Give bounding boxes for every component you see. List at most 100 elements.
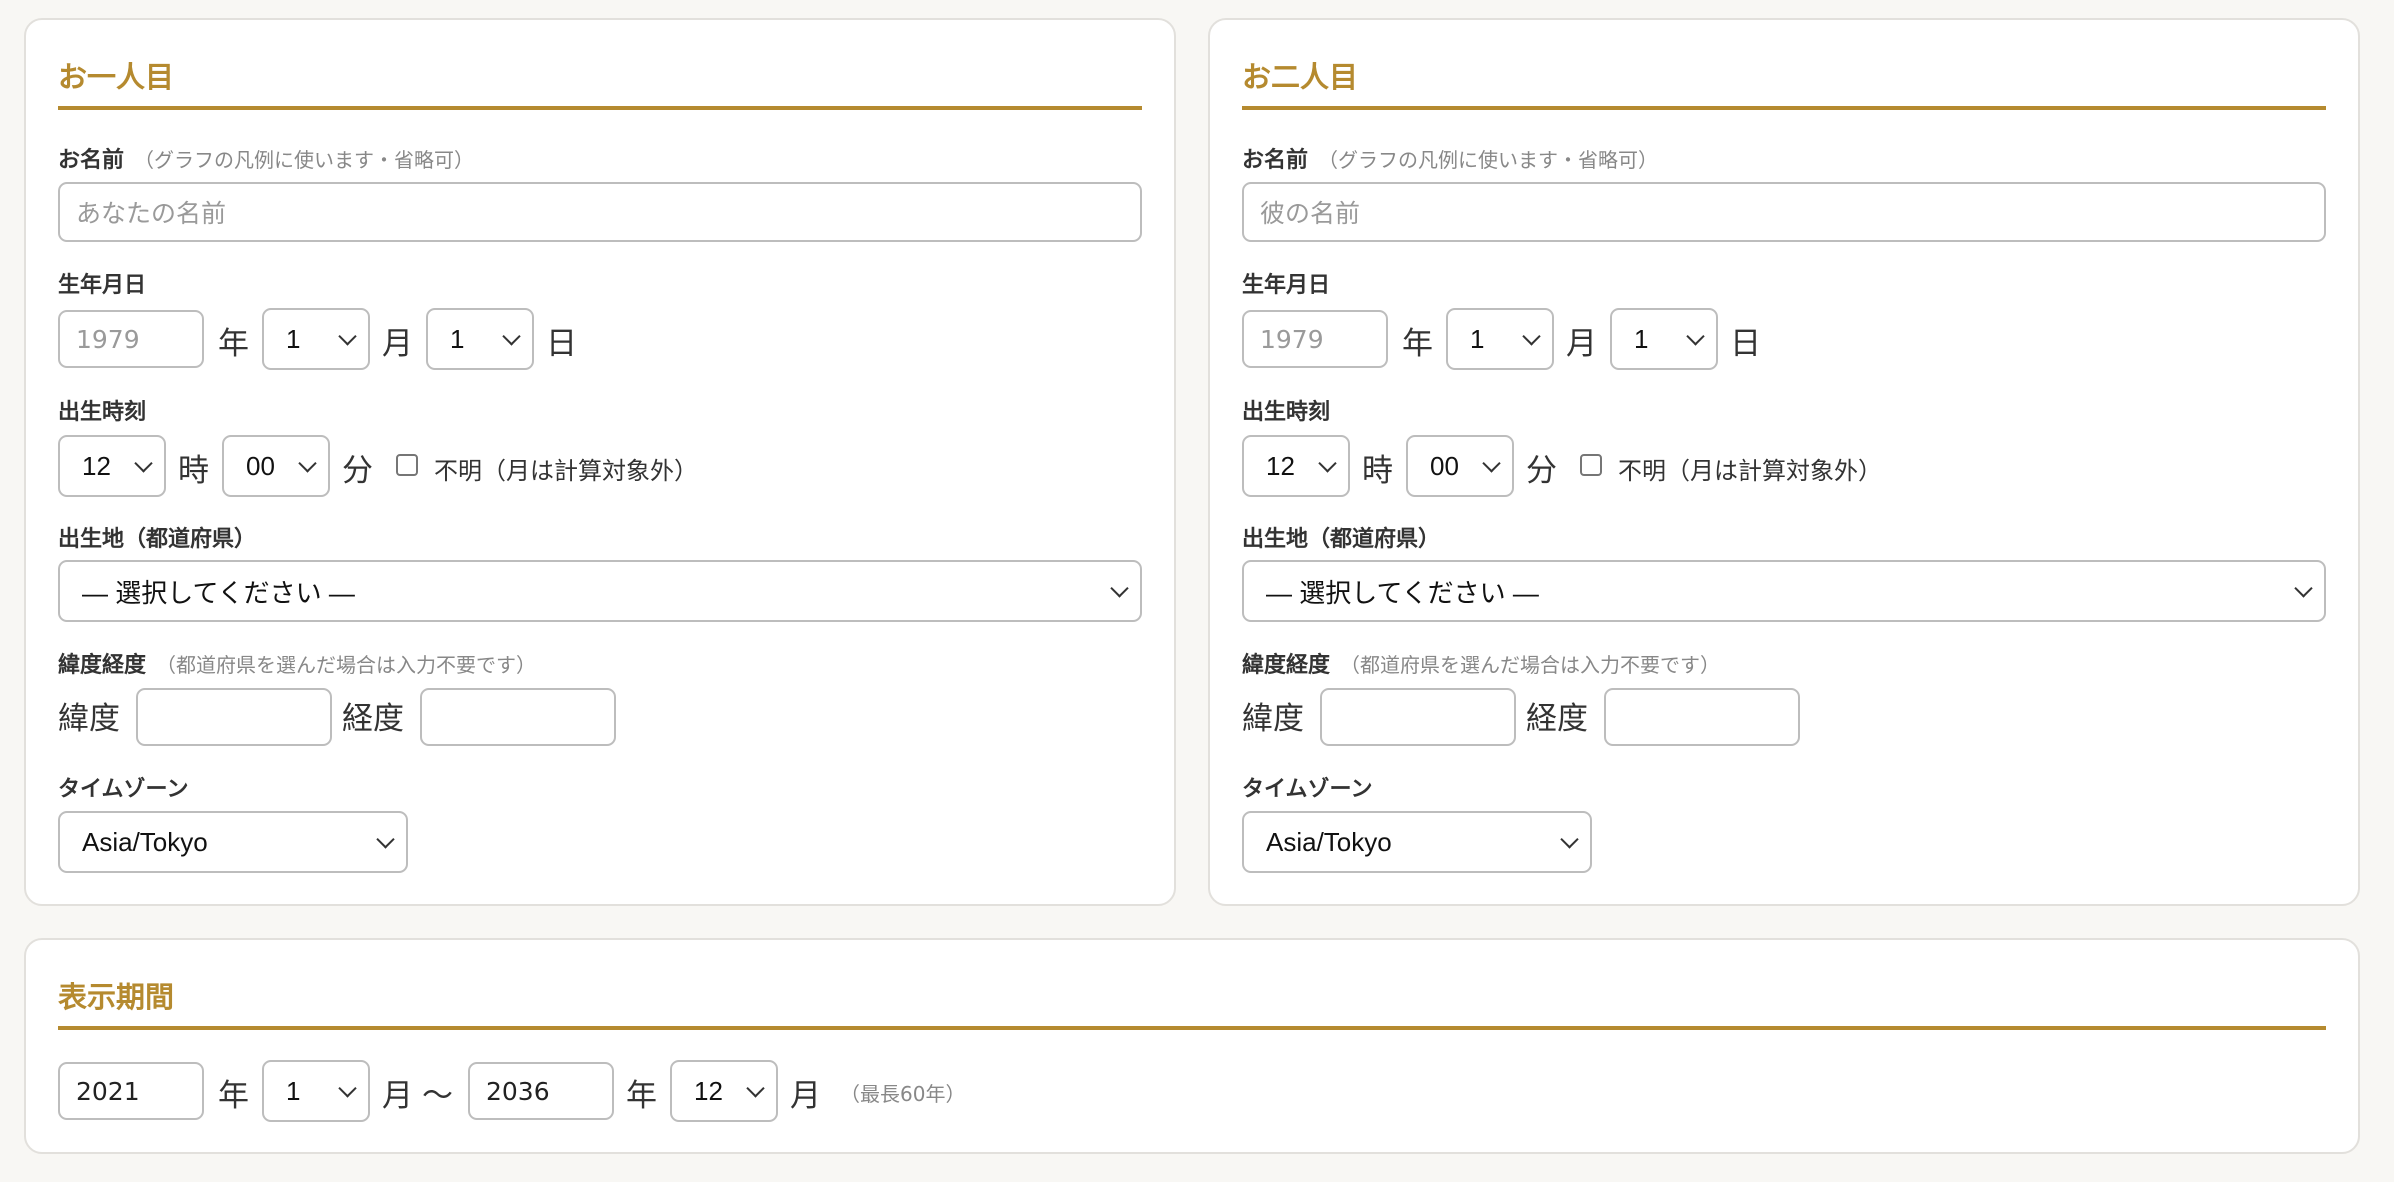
person1-birth-day-value: 1 — [450, 323, 465, 354]
person2-lat-input[interactable] — [1320, 688, 1516, 746]
person2-month-unit: 月 — [1566, 326, 1597, 362]
person1-name-label-text: お名前 — [58, 148, 125, 173]
person2-day-unit: 日 — [1730, 326, 1761, 362]
chevron-down-icon — [338, 1079, 357, 1098]
period-title-rule — [58, 1026, 2326, 1030]
person1-birth-minute-select[interactable]: 00 — [222, 435, 330, 497]
person1-name-label: お名前 （グラフの凡例に使います・省略可） — [58, 142, 474, 174]
person2-title: お二人目 — [1242, 60, 1359, 94]
person1-birth-minute-value: 00 — [246, 450, 275, 481]
person2-panel: お二人目 お名前 （グラフの凡例に使います・省略可） 彼の名前 生年月日 1979… — [1208, 18, 2360, 906]
person1-name-input[interactable]: あなたの名前 — [58, 182, 1142, 242]
chevron-down-icon — [1482, 454, 1501, 473]
person2-timezone-value: Asia/Tokyo — [1266, 826, 1392, 857]
chevron-down-icon — [1560, 830, 1579, 849]
person1-hour-unit: 時 — [178, 453, 209, 489]
person1-lat-label: 緯度 — [58, 701, 120, 737]
period-start-month-unit: 月 — [382, 1078, 413, 1114]
person2-birth-hour-value: 12 — [1266, 450, 1295, 481]
person1-birth-day-select[interactable]: 1 — [426, 308, 534, 370]
person1-birth-hour-value: 12 — [82, 450, 111, 481]
person2-birth-minute-value: 00 — [1430, 450, 1459, 481]
period-panel: 表示期間 2021 年 1 月 〜 2036 年 12 月 （最長60年） — [24, 938, 2360, 1154]
person1-place-value: — 選択してください — — [82, 577, 355, 608]
period-end-year-input[interactable]: 2036 — [468, 1062, 614, 1120]
period-start-year-unit: 年 — [218, 1078, 249, 1114]
period-tilde: 〜 — [422, 1078, 453, 1114]
chevron-down-icon — [134, 454, 153, 473]
person1-birth-month-value: 1 — [286, 323, 301, 354]
chevron-down-icon — [298, 454, 317, 473]
person1-latlon-note: （都道府県を選んだ場合は入力不要です） — [156, 653, 537, 677]
person1-time-unknown-label: 不明（月は計算対象外） — [434, 457, 698, 485]
person2-name-label-text: お名前 — [1242, 148, 1309, 173]
person2-birth-month-value: 1 — [1470, 323, 1485, 354]
period-title: 表示期間 — [58, 980, 175, 1014]
person2-name-input[interactable]: 彼の名前 — [1242, 182, 2326, 242]
person1-time-unknown-checkbox[interactable] — [396, 454, 418, 476]
person2-latlon-note: （都道府県を選んだ場合は入力不要です） — [1340, 653, 1721, 677]
chevron-down-icon — [746, 1079, 765, 1098]
person2-birth-year-input[interactable]: 1979 — [1242, 310, 1388, 368]
person1-day-unit: 日 — [546, 326, 577, 362]
chevron-down-icon — [2294, 579, 2313, 598]
chevron-down-icon — [1686, 327, 1705, 346]
person1-month-unit: 月 — [382, 326, 413, 362]
person2-title-rule — [1242, 106, 2326, 110]
person2-latlon-label-text: 緯度経度 — [1242, 653, 1331, 678]
person2-birthtime-label: 出生時刻 — [1242, 400, 1331, 425]
period-start-month-select[interactable]: 1 — [262, 1060, 370, 1122]
person1-timezone-label: タイムゾーン — [58, 777, 189, 802]
person2-time-unknown-label: 不明（月は計算対象外） — [1618, 457, 1882, 485]
chevron-down-icon — [1522, 327, 1541, 346]
person1-lon-input[interactable] — [420, 688, 616, 746]
person1-name-note: （グラフの凡例に使います・省略可） — [134, 148, 475, 172]
person1-birth-hour-select[interactable]: 12 — [58, 435, 166, 497]
person2-place-value: — 選択してください — — [1266, 577, 1539, 608]
period-start-year-input[interactable]: 2021 — [58, 1062, 204, 1120]
person1-panel: お一人目 お名前 （グラフの凡例に使います・省略可） あなたの名前 生年月日 19… — [24, 18, 1176, 906]
person1-birth-month-select[interactable]: 1 — [262, 308, 370, 370]
person1-birthtime-label: 出生時刻 — [58, 400, 147, 425]
person2-birth-day-value: 1 — [1634, 323, 1649, 354]
person1-latlon-label-text: 緯度経度 — [58, 653, 147, 678]
period-max-note: （最長60年） — [840, 1082, 966, 1106]
person2-birth-minute-select[interactable]: 00 — [1406, 435, 1514, 497]
period-end-month-select[interactable]: 12 — [670, 1060, 778, 1122]
person1-year-unit: 年 — [218, 326, 249, 362]
person2-birth-hour-select[interactable]: 12 — [1242, 435, 1350, 497]
person1-birthdate-label: 生年月日 — [58, 273, 147, 298]
chevron-down-icon — [376, 830, 395, 849]
person1-lat-input[interactable] — [136, 688, 332, 746]
person2-timezone-label: タイムゾーン — [1242, 777, 1373, 802]
person2-hour-unit: 時 — [1362, 453, 1393, 489]
person2-birth-month-select[interactable]: 1 — [1446, 308, 1554, 370]
person2-name-note: （グラフの凡例に使います・省略可） — [1318, 148, 1659, 172]
person1-timezone-select[interactable]: Asia/Tokyo — [58, 811, 408, 873]
person2-lon-input[interactable] — [1604, 688, 1800, 746]
person1-title: お一人目 — [58, 60, 175, 94]
person2-timezone-select[interactable]: Asia/Tokyo — [1242, 811, 1592, 873]
period-end-year-unit: 年 — [626, 1078, 657, 1114]
person1-title-rule — [58, 106, 1142, 110]
person2-place-label: 出生地（都道府県） — [1242, 527, 1441, 552]
person2-time-unknown-checkbox[interactable] — [1580, 454, 1602, 476]
person2-lat-label: 緯度 — [1242, 701, 1304, 737]
person2-place-select[interactable]: — 選択してください — — [1242, 560, 2326, 622]
chevron-down-icon — [338, 327, 357, 346]
person1-place-label: 出生地（都道府県） — [58, 527, 257, 552]
person1-birth-year-input[interactable]: 1979 — [58, 310, 204, 368]
person2-name-label: お名前 （グラフの凡例に使います・省略可） — [1242, 142, 1658, 174]
person2-minute-unit: 分 — [1526, 453, 1557, 489]
person1-minute-unit: 分 — [342, 453, 373, 489]
person1-lon-label: 経度 — [342, 701, 404, 737]
person2-latlon-label: 緯度経度 （都道府県を選んだ場合は入力不要です） — [1242, 647, 1720, 679]
chevron-down-icon — [1110, 579, 1129, 598]
period-end-month-value: 12 — [694, 1075, 723, 1106]
period-end-month-unit: 月 — [790, 1078, 821, 1114]
person1-latlon-label: 緯度経度 （都道府県を選んだ場合は入力不要です） — [58, 647, 536, 679]
person2-birth-day-select[interactable]: 1 — [1610, 308, 1718, 370]
period-start-month-value: 1 — [286, 1075, 301, 1106]
person1-place-select[interactable]: — 選択してください — — [58, 560, 1142, 622]
chevron-down-icon — [502, 327, 521, 346]
